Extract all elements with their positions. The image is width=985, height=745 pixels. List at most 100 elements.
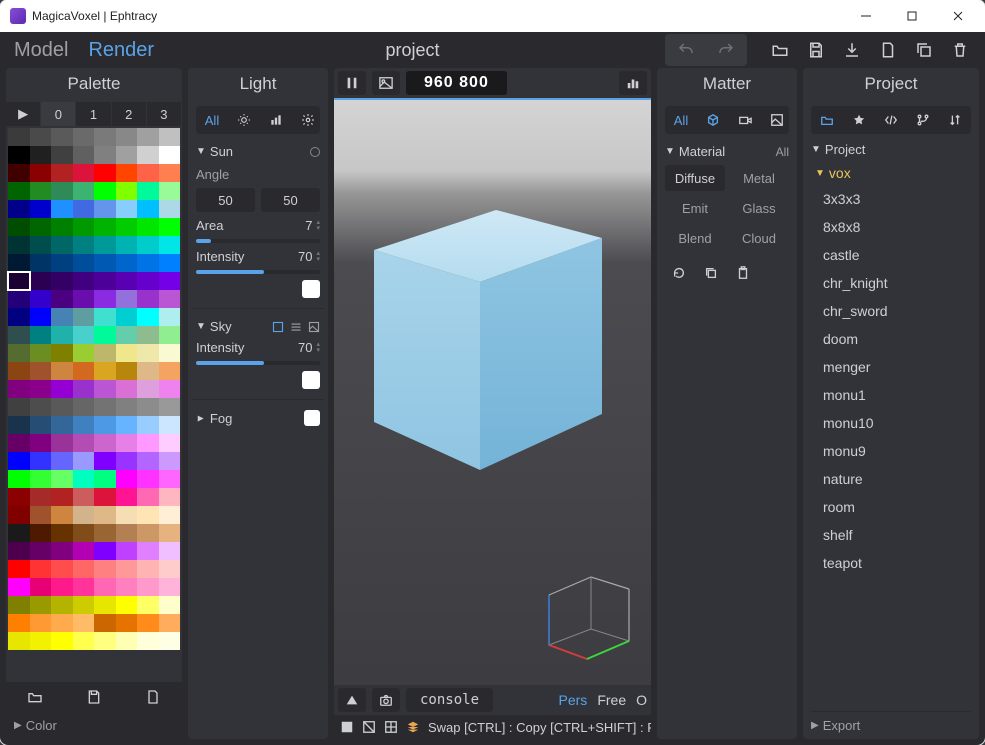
palette-swatch[interactable] (30, 506, 52, 524)
camera-free[interactable]: Free (597, 692, 626, 708)
palette-swatch[interactable] (159, 254, 181, 272)
project-name[interactable]: project (168, 40, 657, 61)
palette-swatch[interactable] (137, 578, 159, 596)
palette-swatch[interactable] (137, 416, 159, 434)
palette-swatch[interactable] (116, 416, 138, 434)
palette-swatch[interactable] (116, 596, 138, 614)
palette-swatch[interactable] (30, 470, 52, 488)
palette-swatch[interactable] (159, 128, 181, 146)
palette-swatch[interactable] (94, 236, 116, 254)
palette-swatch[interactable] (8, 614, 30, 632)
palette-swatch[interactable] (8, 362, 30, 380)
palette-swatch[interactable] (94, 182, 116, 200)
palette-swatch[interactable] (8, 632, 30, 650)
palette-swatch[interactable] (94, 128, 116, 146)
palette-swatch[interactable] (94, 542, 116, 560)
material-blend[interactable]: Blend (665, 225, 725, 251)
palette-swatch[interactable] (137, 398, 159, 416)
palette-swatch[interactable] (73, 290, 95, 308)
palette-swatch[interactable] (116, 200, 138, 218)
palette-swatch[interactable] (30, 524, 52, 542)
palette-swatch[interactable] (159, 362, 181, 380)
palette-swatch[interactable] (137, 614, 159, 632)
palette-swatch[interactable] (159, 146, 181, 164)
project-item[interactable]: 3x3x3 (811, 185, 971, 213)
palette-swatch[interactable] (137, 344, 159, 362)
palette-swatch[interactable] (51, 272, 73, 290)
palette-swatch[interactable] (51, 182, 73, 200)
palette-swatch[interactable] (30, 128, 52, 146)
palette-swatch[interactable] (94, 290, 116, 308)
viewport-up-button[interactable] (338, 688, 366, 712)
palette-swatch[interactable] (94, 398, 116, 416)
palette-swatch[interactable] (73, 128, 95, 146)
palette-swatch[interactable] (94, 164, 116, 182)
palette-swatch[interactable] (30, 578, 52, 596)
palette-swatch[interactable] (159, 164, 181, 182)
project-folder-vox[interactable]: ▼vox (811, 161, 971, 185)
minimize-button[interactable] (843, 0, 889, 32)
material-all-button[interactable]: All (776, 145, 789, 159)
render-image-button[interactable] (372, 71, 400, 95)
palette-swatch[interactable] (51, 164, 73, 182)
palette-swatch[interactable] (116, 236, 138, 254)
palette-swatch[interactable] (137, 362, 159, 380)
palette-swatch[interactable] (51, 128, 73, 146)
palette-swatch[interactable] (51, 524, 73, 542)
palette-swatch[interactable] (73, 200, 95, 218)
palette-swatch[interactable] (137, 470, 159, 488)
light-mode-all[interactable]: All (198, 108, 226, 132)
palette-swatch[interactable] (137, 236, 159, 254)
light-stats-icon[interactable] (262, 108, 290, 132)
palette-swatch[interactable] (30, 398, 52, 416)
palette-swatch[interactable] (30, 434, 52, 452)
project-code-icon[interactable] (877, 108, 905, 132)
palette-swatch[interactable] (137, 128, 159, 146)
sun-toggle-icon[interactable] (310, 147, 320, 157)
palette-swatch[interactable] (94, 506, 116, 524)
palette-swatch[interactable] (8, 308, 30, 326)
color-section-header[interactable]: ▶Color (6, 712, 182, 739)
project-branch-icon[interactable] (909, 108, 937, 132)
palette-swatch[interactable] (8, 434, 30, 452)
palette-open-icon[interactable] (6, 682, 65, 712)
palette-swatch[interactable] (159, 506, 181, 524)
palette-swatch[interactable] (116, 380, 138, 398)
palette-tab-2[interactable]: 2 (112, 102, 147, 126)
palette-swatch[interactable] (30, 308, 52, 326)
palette-swatch[interactable] (137, 452, 159, 470)
palette-swatch[interactable] (73, 344, 95, 362)
palette-swatch[interactable] (73, 164, 95, 182)
palette-swatch[interactable] (137, 506, 159, 524)
palette-swatch[interactable] (30, 236, 52, 254)
palette-swatch[interactable] (51, 542, 73, 560)
redo-button[interactable] (707, 36, 745, 64)
palette-swatch[interactable] (94, 200, 116, 218)
palette-swatch[interactable] (51, 308, 73, 326)
palette-swatch[interactable] (159, 596, 181, 614)
palette-swatch[interactable] (8, 380, 30, 398)
palette-swatch[interactable] (51, 236, 73, 254)
palette-swatch[interactable] (73, 614, 95, 632)
palette-swatch[interactable] (116, 578, 138, 596)
material-paste-icon[interactable] (729, 261, 757, 285)
palette-swatch[interactable] (137, 524, 159, 542)
palette-swatch[interactable] (94, 380, 116, 398)
palette-swatch[interactable] (51, 596, 73, 614)
palette-swatch[interactable] (51, 578, 73, 596)
palette-swatch[interactable] (94, 272, 116, 290)
palette-swatch[interactable] (159, 236, 181, 254)
palette-swatch[interactable] (8, 290, 30, 308)
palette-swatch[interactable] (30, 200, 52, 218)
palette-swatch[interactable] (30, 290, 52, 308)
sun-intensity-slider[interactable] (196, 270, 320, 274)
palette-swatch[interactable] (159, 200, 181, 218)
project-tree-header[interactable]: ▼Project (811, 142, 971, 157)
palette-swatch[interactable] (137, 632, 159, 650)
palette-swatch[interactable] (30, 380, 52, 398)
palette-swatch[interactable] (73, 452, 95, 470)
palette-swatch[interactable] (73, 380, 95, 398)
palette-tab-0[interactable]: 0 (41, 102, 76, 126)
palette-swatch[interactable] (30, 182, 52, 200)
matter-cube-icon[interactable] (699, 108, 727, 132)
